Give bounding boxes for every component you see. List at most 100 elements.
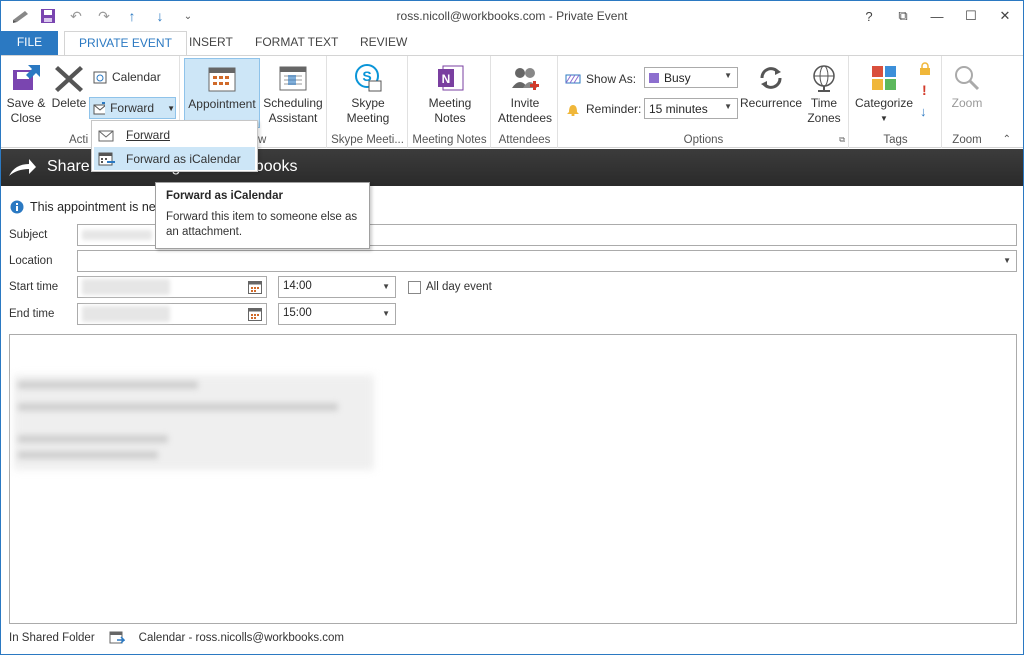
- end-date-redacted: [82, 306, 170, 322]
- group-tags: Categorize ▼ ! ↓ Tags: [850, 56, 942, 148]
- show-as-icon: [565, 74, 581, 84]
- ribbon-display-options-button[interactable]: ⧉: [891, 5, 915, 27]
- end-time-select[interactable]: 15:00 ▼: [278, 303, 396, 325]
- subject-redacted: [82, 230, 152, 240]
- all-day-label: All day event: [426, 281, 492, 293]
- tab-private-event[interactable]: PRIVATE EVENT: [64, 31, 187, 56]
- menu-item-forward-label: Forward: [126, 127, 171, 142]
- maximize-button[interactable]: ☐: [959, 5, 983, 27]
- time-zones-button[interactable]: Time Zones: [803, 58, 845, 126]
- invite-attendees-label: Invite Attendees: [497, 96, 553, 125]
- group-skype-label: Skype Meeti...: [331, 134, 404, 146]
- group-attendees: Invite Attendees Attendees: [492, 56, 558, 148]
- location-dropdown-arrow-icon[interactable]: ▼: [1003, 256, 1011, 265]
- start-date-redacted: [82, 279, 170, 295]
- start-date-calendar-icon[interactable]: [248, 280, 262, 294]
- icalendar-icon: [98, 152, 115, 165]
- globe-icon: [807, 62, 841, 94]
- group-options-label: Options: [683, 134, 724, 146]
- show-as-select[interactable]: Busy ▼: [644, 67, 738, 88]
- collapse-ribbon-icon[interactable]: ⌃: [1003, 134, 1011, 145]
- meeting-notes-button[interactable]: N Meeting Notes: [417, 58, 483, 126]
- categorize-icon: [867, 62, 901, 94]
- reminder-label: Reminder:: [586, 102, 642, 116]
- calendar-search-icon: [93, 71, 107, 84]
- delete-label: Delete: [51, 96, 87, 110]
- window-controls: ? ⧉ — ☐ ✕: [857, 5, 1017, 27]
- outlook-event-window: ↶ ↷ ↑ ↓ ⌄ ross.nicoll@workbooks.com - Pr…: [0, 0, 1024, 655]
- info-text: This appointment is nex: [30, 200, 163, 214]
- close-button[interactable]: ✕: [993, 5, 1017, 27]
- reminder-select[interactable]: 15 minutes ▼: [644, 98, 738, 119]
- private-lock-icon[interactable]: [918, 62, 932, 79]
- group-skype: S Skype Meeting Skype Meeti...: [328, 56, 408, 148]
- shared-folder-value[interactable]: Calendar - ross.nicolls@workbooks.com: [139, 632, 344, 644]
- tab-insert[interactable]: INSERT: [175, 31, 247, 55]
- reminder-dropdown-arrow-icon: ▼: [724, 102, 732, 111]
- forward-dropdown-arrow-icon[interactable]: ▼: [167, 104, 175, 113]
- calendar-button[interactable]: Calendar: [93, 66, 161, 88]
- info-bar: This appointment is nex: [10, 200, 162, 214]
- shared-calendar-icon: [109, 631, 125, 644]
- svg-text:N: N: [442, 72, 451, 86]
- start-time-value: 14:00: [283, 280, 312, 292]
- subject-label: Subject: [9, 229, 48, 241]
- group-options: Show As: Busy ▼ Reminder: 15 minutes ▼ R…: [559, 56, 849, 148]
- group-show-label: w: [258, 134, 267, 146]
- skype-meeting-button[interactable]: S Skype Meeting: [334, 58, 402, 126]
- forward-split-button[interactable]: Forward ▼: [89, 97, 176, 119]
- status-bar: In Shared Folder Calendar - ross.nicolls…: [9, 631, 344, 645]
- scheduling-assistant-label: Scheduling Assistant: [263, 96, 323, 125]
- low-importance-icon[interactable]: ↓: [920, 104, 927, 119]
- end-date-input[interactable]: [77, 303, 267, 325]
- options-dialog-launcher-icon[interactable]: ⧉: [839, 135, 845, 145]
- forward-label: Forward: [110, 101, 155, 115]
- help-button[interactable]: ?: [857, 5, 881, 27]
- menu-item-forward[interactable]: Forward: [94, 123, 255, 146]
- appointment-calendar-icon: [205, 63, 239, 95]
- high-importance-icon[interactable]: !: [922, 82, 927, 98]
- start-date-input[interactable]: [77, 276, 267, 298]
- end-time-label: End time: [9, 308, 55, 320]
- save-close-button[interactable]: Save & Close: [5, 58, 47, 126]
- group-attendees-label: Attendees: [498, 134, 551, 146]
- skype-meeting-label: Skype Meeting: [346, 96, 390, 125]
- categorize-button[interactable]: Categorize ▼: [852, 58, 916, 126]
- start-time-select[interactable]: 14:00 ▼: [278, 276, 396, 298]
- title-bar: ↶ ↷ ↑ ↓ ⌄ ross.nicoll@workbooks.com - Pr…: [1, 1, 1023, 31]
- tab-file[interactable]: FILE: [1, 31, 58, 55]
- meeting-notes-label: Meeting Notes: [428, 96, 472, 125]
- group-zoom: Zoom Zoom: [943, 56, 991, 148]
- busy-color-swatch: [649, 72, 659, 83]
- time-zones-label: Time Zones: [807, 96, 841, 125]
- scheduling-assistant-button[interactable]: Scheduling Assistant: [261, 58, 325, 126]
- start-time-label: Start time: [9, 281, 59, 293]
- recurrence-button[interactable]: Recurrence: [739, 58, 803, 111]
- tooltip: Forward as iCalendar Forward this item t…: [155, 182, 370, 249]
- shared-folder-label: In Shared Folder: [9, 632, 95, 644]
- show-as-value: Busy: [664, 70, 691, 85]
- show-as-dropdown-arrow-icon: ▼: [724, 71, 732, 80]
- body-redacted-line-2: [18, 403, 338, 411]
- delete-button[interactable]: Delete: [49, 58, 89, 111]
- group-zoom-label: Zoom: [952, 134, 982, 146]
- location-input[interactable]: ▼: [77, 250, 1017, 272]
- end-date-calendar-icon[interactable]: [248, 307, 262, 321]
- invite-attendees-button[interactable]: Invite Attendees: [496, 58, 554, 126]
- forward-envelope-icon: [93, 102, 106, 115]
- appointment-label: Appointment: [188, 97, 256, 111]
- appointment-button[interactable]: Appointment: [184, 58, 260, 128]
- all-day-checkbox[interactable]: [408, 281, 421, 294]
- menu-item-forward-as-icalendar[interactable]: Forward as iCalendar: [94, 147, 255, 170]
- body-redacted-line-1: [18, 381, 198, 389]
- tab-format-text[interactable]: FORMAT TEXT: [241, 31, 352, 55]
- end-time-value: 15:00: [283, 307, 312, 319]
- location-label: Location: [9, 255, 53, 267]
- delete-x-icon: [52, 62, 86, 94]
- tab-review[interactable]: REVIEW: [346, 31, 421, 55]
- minimize-button[interactable]: —: [925, 5, 949, 27]
- zoom-button[interactable]: Zoom: [945, 58, 989, 111]
- event-body-editor[interactable]: [9, 334, 1017, 624]
- body-redacted-line-3: [18, 435, 168, 443]
- info-icon: [10, 200, 24, 214]
